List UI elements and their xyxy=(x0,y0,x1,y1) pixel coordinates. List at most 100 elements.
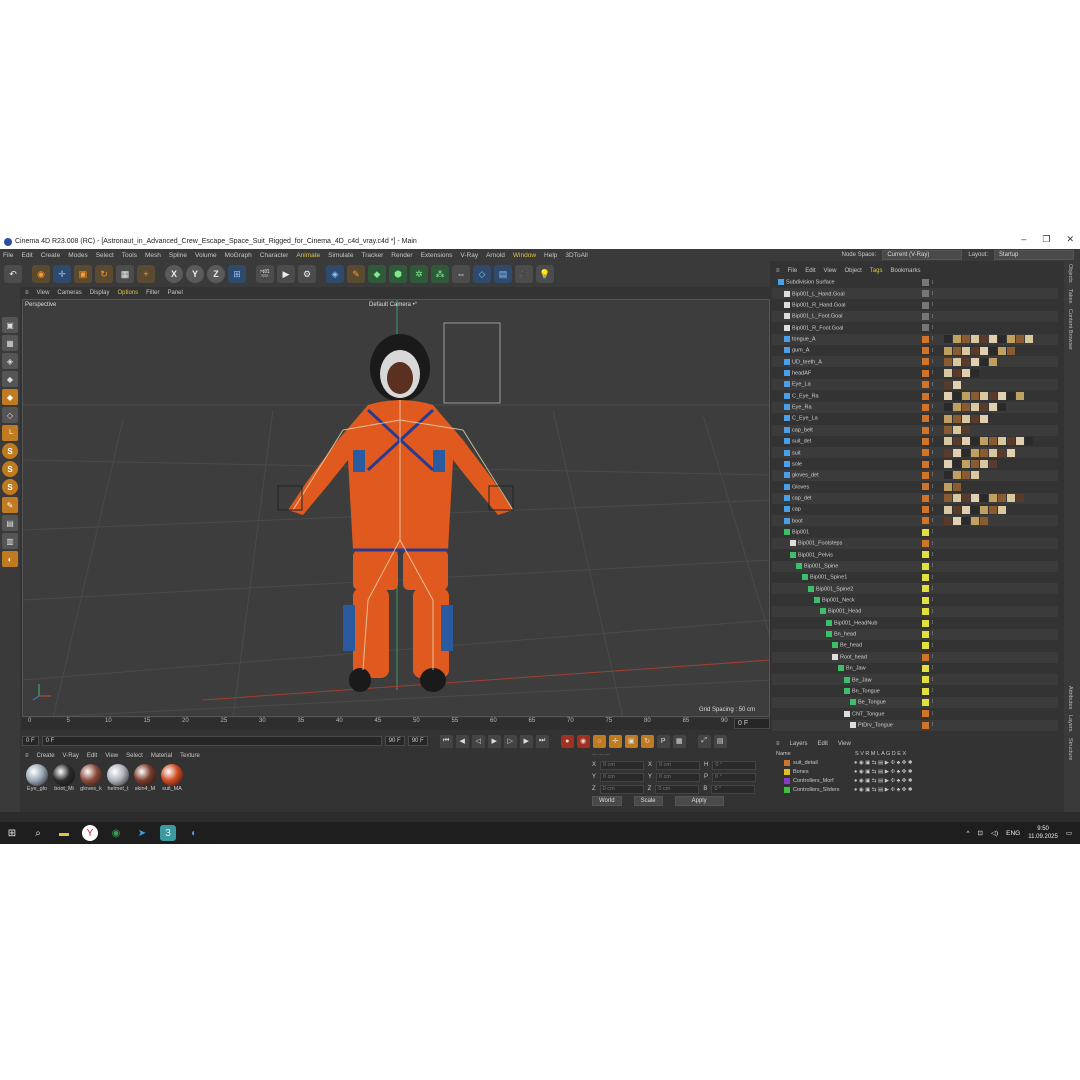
material-tag-icon[interactable] xyxy=(962,392,970,400)
coord-field[interactable]: 0 ° xyxy=(712,760,757,770)
texture-mode-icon[interactable]: ▦ xyxy=(2,335,18,351)
material-tag-icon[interactable] xyxy=(944,482,952,491)
polygons-mode-icon[interactable]: ◆ xyxy=(2,389,18,405)
material-menu-material[interactable]: Material xyxy=(151,753,172,759)
visibility-dots-icon[interactable]: ⁞ xyxy=(932,314,933,320)
material-tag-icon[interactable] xyxy=(980,494,988,503)
object-row[interactable]: Bip001_HeadNub ⁞ xyxy=(772,618,1058,629)
material-tag-icon[interactable] xyxy=(944,437,952,446)
end-frame-field[interactable]: 90 F xyxy=(407,736,428,746)
side-tab-structure[interactable]: Structure xyxy=(1064,735,1076,763)
visibility-dots-icon[interactable]: ⁞ xyxy=(932,552,933,558)
layer-color-swatch[interactable] xyxy=(922,551,929,559)
visibility-dots-icon[interactable]: ⁞ xyxy=(932,688,933,694)
material-tag-icon[interactable] xyxy=(971,346,979,355)
visibility-dots-icon[interactable]: ⁞ xyxy=(932,711,933,717)
viewport-menu-filter[interactable]: Filter xyxy=(146,290,159,296)
clock[interactable]: 9:50 11.09.2025 xyxy=(1028,825,1058,841)
object-row[interactable]: Subdivision Surface ⁞ xyxy=(772,277,1058,288)
menu-item-simulate[interactable]: Simulate xyxy=(328,252,353,259)
scale-icon[interactable]: ▣ xyxy=(74,265,92,283)
material-tag-icon[interactable] xyxy=(944,380,952,389)
layer-color-swatch[interactable] xyxy=(922,358,929,366)
layer-color-swatch[interactable] xyxy=(922,596,929,604)
menu-item-extensions[interactable]: Extensions xyxy=(421,252,453,259)
visibility-dots-icon[interactable]: ⁞ xyxy=(932,699,933,705)
node-space-dropdown[interactable]: Current (V-Ray) xyxy=(882,250,963,260)
prev-key-icon[interactable]: ◀ xyxy=(455,734,469,748)
menu-item-edit[interactable]: Edit xyxy=(21,252,32,259)
next-key-icon[interactable]: ▶ xyxy=(519,734,533,748)
layer-color-swatch[interactable] xyxy=(922,517,929,525)
environment-icon[interactable]: ▤ xyxy=(494,265,512,283)
material-tag-icon[interactable] xyxy=(998,335,1006,344)
x-axis-icon[interactable]: X xyxy=(165,265,183,283)
layer-color-swatch[interactable] xyxy=(922,653,929,661)
camera-label[interactable]: Default Camera •° xyxy=(369,302,417,308)
layer-color-swatch[interactable] xyxy=(922,415,929,423)
material-tag-icon[interactable] xyxy=(962,403,970,412)
visibility-dots-icon[interactable]: ⁞ xyxy=(932,348,933,354)
object-row[interactable]: Bip001_Spine ⁞ xyxy=(772,560,1058,572)
layer-color-swatch[interactable] xyxy=(922,574,929,582)
material-tag-icon[interactable] xyxy=(944,426,952,435)
object-menu-object[interactable]: Object xyxy=(844,268,861,274)
object-menu-view[interactable]: View xyxy=(824,268,837,274)
menu-item-window[interactable]: Window xyxy=(513,252,536,259)
visibility-dots-icon[interactable]: ⁞ xyxy=(932,484,933,490)
material-tag-icon[interactable] xyxy=(1016,437,1024,446)
menu-item-3dtoall[interactable]: 3DToAll xyxy=(565,252,587,259)
material-tag-icon[interactable] xyxy=(980,357,988,366)
axis-mode-icon[interactable]: └ xyxy=(2,425,18,441)
material-tag-icon[interactable] xyxy=(1007,437,1015,446)
undo-icon[interactable]: ↶ xyxy=(4,265,22,283)
layer-row[interactable]: Controllers_Morf ● ◉ ▣ ⇆ ▤ ▶ ✣ ♣ ✤ ✱ xyxy=(772,776,1062,785)
material-tag-icon[interactable] xyxy=(971,516,979,525)
visibility-dots-icon[interactable]: ⁞ xyxy=(932,438,933,444)
coord-field[interactable]: 0 cm xyxy=(599,784,644,794)
material-tag-icon[interactable] xyxy=(989,448,997,457)
windows-start-icon[interactable]: ⊞ xyxy=(4,825,20,841)
layer-color-swatch[interactable] xyxy=(922,528,929,536)
material-tag-icon[interactable] xyxy=(953,516,961,525)
live-selection-icon[interactable]: ◉ xyxy=(32,265,50,283)
layer-color-swatch[interactable] xyxy=(922,721,929,729)
position-key-icon[interactable]: ✛ xyxy=(608,734,622,748)
material-tag-icon[interactable] xyxy=(953,369,961,378)
material-tag-icon[interactable] xyxy=(989,346,997,355)
menu-item-volume[interactable]: Volume xyxy=(195,252,217,259)
apply-button[interactable]: Apply xyxy=(674,796,724,806)
search-icon[interactable]: ⌕ xyxy=(30,825,46,841)
viewport-menu-display[interactable]: Display xyxy=(90,290,110,296)
visibility-dots-icon[interactable]: ⁞ xyxy=(932,665,933,671)
material-tag-icon[interactable] xyxy=(944,494,952,503)
layer-color-swatch[interactable] xyxy=(784,786,790,793)
layer-color-swatch[interactable] xyxy=(922,687,929,695)
object-row[interactable]: Bip001_Pelvis ⁞ xyxy=(772,549,1058,560)
lock-workplane-icon[interactable]: ▥ xyxy=(2,533,18,549)
layer-color-swatch[interactable] xyxy=(922,324,929,332)
material-tag-icon[interactable] xyxy=(989,494,997,503)
menu-item-render[interactable]: Render xyxy=(391,252,412,259)
coord-field[interactable]: 0 cm xyxy=(600,772,645,782)
layer-color-swatch[interactable] xyxy=(922,540,929,548)
material-tag-icon[interactable] xyxy=(944,505,952,514)
object-row[interactable]: Bip001_R_Hand.Goal ⁞ xyxy=(772,300,1058,311)
visibility-dots-icon[interactable]: ⁞ xyxy=(932,495,933,501)
layer-color-swatch[interactable] xyxy=(784,777,790,784)
object-row[interactable]: suit ⁞ xyxy=(772,447,1058,459)
layout-dropdown[interactable]: Startup xyxy=(994,250,1074,260)
viewport-menu-options[interactable]: Options xyxy=(117,290,138,296)
visibility-dots-icon[interactable]: ⁞ xyxy=(932,393,933,399)
layer-menu-layers[interactable]: Layers xyxy=(790,741,808,747)
object-row[interactable]: sole ⁞ xyxy=(772,459,1058,470)
object-menu-edit[interactable]: Edit xyxy=(805,268,815,274)
material-tag-icon[interactable] xyxy=(971,392,979,400)
play-icon[interactable]: ▶ xyxy=(487,734,501,748)
material-tag-icon[interactable] xyxy=(989,460,997,469)
object-row[interactable]: Root_head ⁞ xyxy=(772,651,1058,663)
object-row[interactable]: CNT_Tongue ⁞ xyxy=(772,708,1058,719)
visibility-dots-icon[interactable]: ⁞ xyxy=(932,302,933,308)
material-tag-icon[interactable] xyxy=(953,392,961,400)
layer-toggle-icons[interactable]: ● ◉ ▣ ⇆ ▤ ▶ ✣ ♣ ✤ ✱ xyxy=(854,760,913,766)
